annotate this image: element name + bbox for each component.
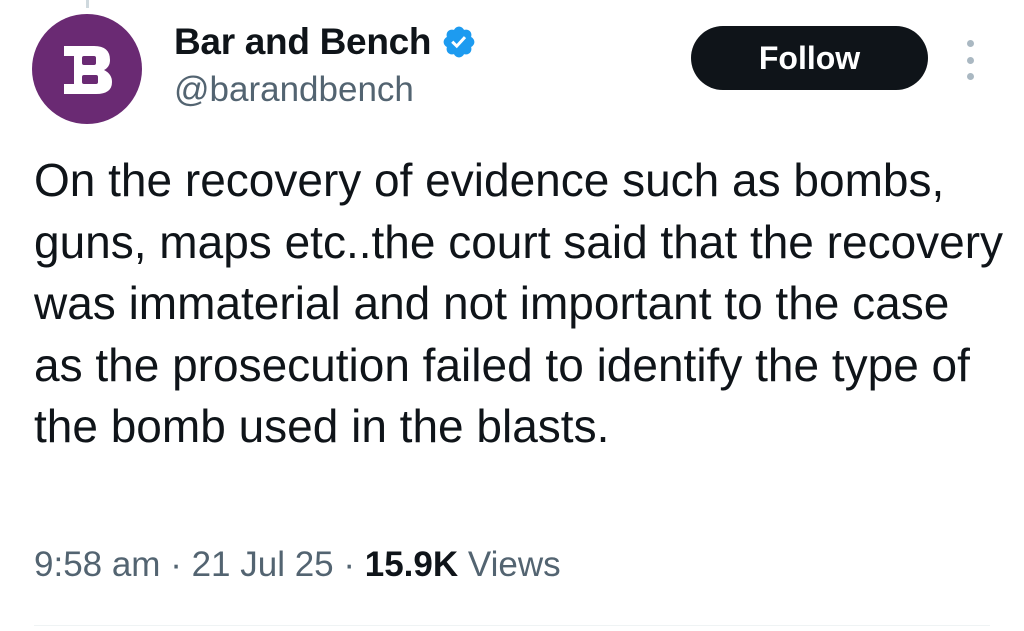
tweet-time[interactable]: 9:58 am [34,545,160,584]
thread-line [86,0,89,8]
tweet-card: Bar and Bench @barandbench Follow On the… [0,0,1024,631]
tweet-text: On the recovery of evidence such as bomb… [34,154,1004,452]
author-name-row[interactable]: Bar and Bench [174,18,477,66]
tweet-date[interactable]: 21 Jul 25 [192,545,334,584]
verified-badge-icon [443,26,475,58]
views-count: 15.9K [364,545,459,584]
meta-separator: · [160,545,192,584]
follow-button[interactable]: Follow [691,26,928,90]
views-label: Views [467,545,561,584]
tweet-meta: 9:58 am · 21 Jul 25 · 15.9K Views [34,545,561,585]
author-display-name[interactable]: Bar and Bench [174,21,432,63]
avatar[interactable] [32,14,142,124]
bar-and-bench-logo-icon [64,46,112,94]
author-handle[interactable]: @barandbench [174,70,414,110]
more-vertical-icon[interactable] [960,40,980,80]
divider [34,625,990,626]
meta-separator: · [333,545,365,584]
